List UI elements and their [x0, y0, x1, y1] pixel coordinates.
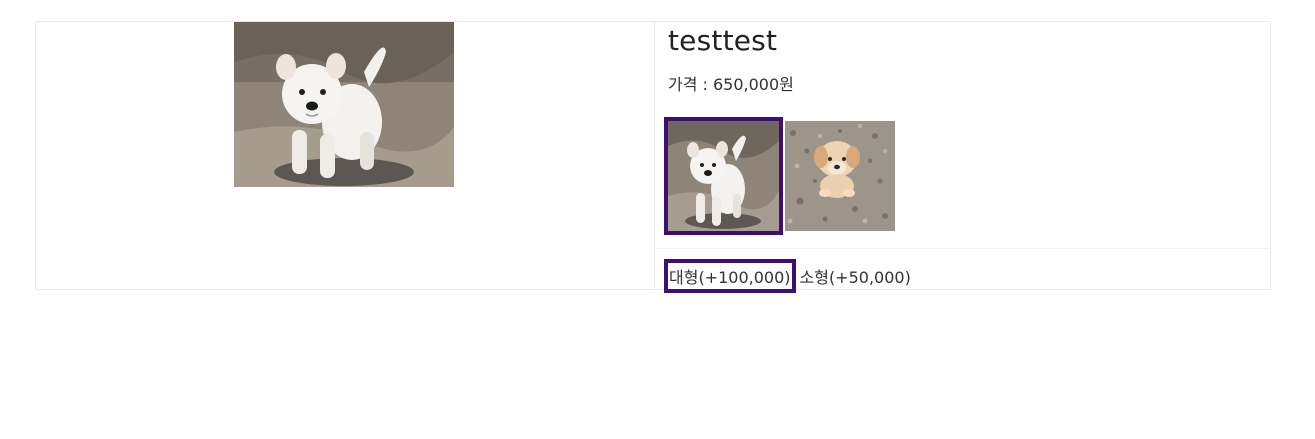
product-name: testtest	[668, 24, 778, 57]
option-small[interactable]: 소형(+50,000)	[798, 262, 913, 290]
main-product-image	[234, 22, 454, 187]
thumbnail-white-puppy[interactable]	[664, 117, 783, 235]
white-puppy-photo-icon	[668, 121, 779, 231]
row-divider	[655, 248, 1270, 249]
product-price: 가격 : 650,000원	[668, 75, 794, 94]
size-options: 대형(+100,000) 소형(+50,000)	[664, 259, 913, 293]
thumbnail-tan-puppy[interactable]	[785, 121, 895, 231]
product-card: testtest 가격 : 650,000원 대형(+100,000) 소형(+…	[35, 21, 1271, 293]
tan-puppy-photo-icon	[785, 121, 895, 231]
option-large[interactable]: 대형(+100,000)	[664, 259, 796, 293]
